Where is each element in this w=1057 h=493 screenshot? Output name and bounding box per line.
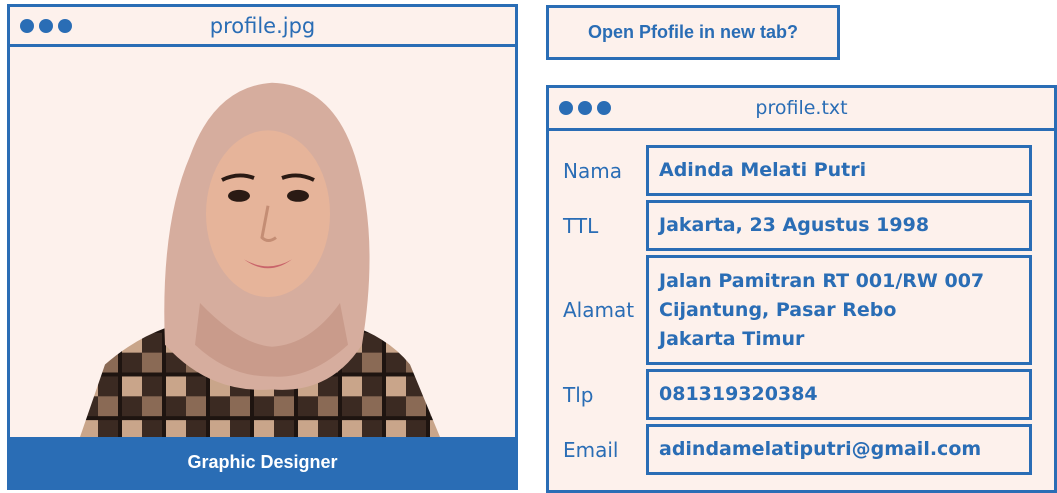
photo-caption: Graphic Designer (10, 437, 515, 487)
photo-window-titlebar: profile.jpg (10, 7, 515, 47)
field-value-ttl[interactable]: Jakarta, 23 Agustus 1998 (646, 200, 1032, 251)
field-label: Tlp (563, 382, 594, 407)
field-value-line: Jakarta, 23 Agustus 1998 (659, 214, 930, 236)
field-value-line: Jalan Pamitran RT 001/RW 007 (659, 269, 985, 292)
field-row-tlp: Tlp 081319320384 (549, 369, 1054, 420)
profile-photo-illustration (10, 47, 515, 437)
profile-photo (10, 47, 515, 437)
text-window-title: profile.txt (755, 97, 848, 119)
text-window: profile.txt Nama Adinda Melati Putri TTL… (546, 85, 1057, 493)
photo-window: profile.jpg Graphic Designer (7, 4, 518, 490)
field-row-nama: Nama Adinda Melati Putri (549, 145, 1054, 196)
field-value-email[interactable]: adindamelatiputri@gmail.com (646, 424, 1032, 475)
photo-window-title: profile.jpg (209, 13, 316, 38)
field-value-line: 081319320384 (659, 383, 818, 405)
field-row-email: Email adindamelatiputri@gmail.com (549, 424, 1054, 475)
field-value-line: Cijantung, Pasar Rebo (659, 298, 897, 321)
field-label: TTL (563, 213, 599, 238)
field-value-line: Adinda Melati Putri (659, 159, 867, 181)
text-window-titlebar: profile.txt (549, 88, 1054, 131)
field-row-ttl: TTL Jakarta, 23 Agustus 1998 (549, 200, 1054, 251)
field-label: Alamat (563, 298, 635, 322)
field-value-alamat[interactable]: Jalan Pamitran RT 001/RW 007 Cijantung, … (646, 255, 1032, 365)
field-label: Nama (563, 158, 622, 183)
field-row-alamat: Alamat Jalan Pamitran RT 001/RW 007 Cija… (549, 255, 1054, 365)
field-value-line: adindamelatiputri@gmail.com (659, 438, 982, 460)
field-value-line: Jakarta Timur (659, 327, 805, 350)
field-value-nama[interactable]: Adinda Melati Putri (646, 145, 1032, 196)
field-label: Email (563, 437, 619, 462)
open-profile-new-tab-button[interactable]: Open Pfofile in new tab? (546, 5, 840, 60)
field-value-tlp[interactable]: 081319320384 (646, 369, 1032, 420)
